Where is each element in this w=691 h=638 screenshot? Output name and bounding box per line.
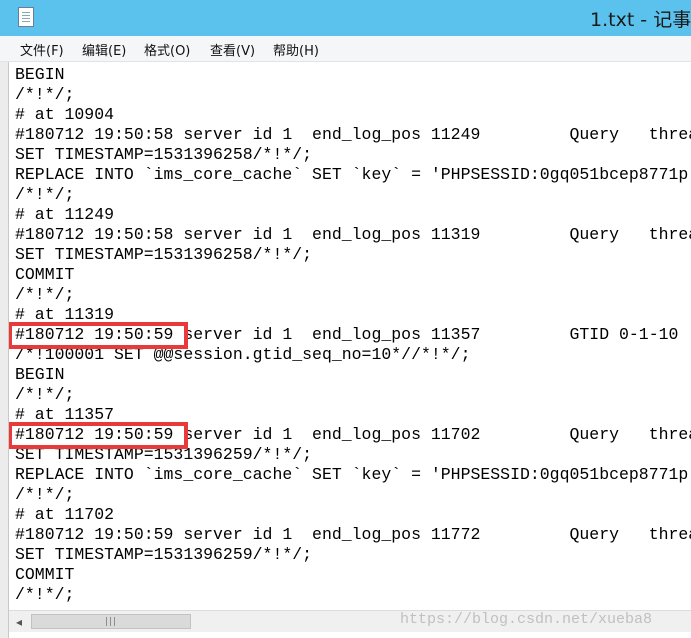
text-line: /*!*/;	[15, 285, 75, 304]
window-left-frame	[0, 62, 9, 638]
text-line: #180712 19:50:58 server id 1 end_log_pos…	[15, 125, 691, 144]
text-line: SET TIMESTAMP=1531396258/*!*/;	[15, 145, 313, 164]
menu-format[interactable]: 格式(O)	[144, 40, 190, 59]
text-line: # at 11249	[15, 205, 115, 224]
window-title: 1.txt - 记事本	[590, 9, 691, 31]
text-line: #180712 19:50:58 server id 1 end_log_pos…	[15, 225, 691, 244]
text-editor[interactable]: BEGIN/*!*/; # at 10904 #180712 19:50:58 se…	[9, 62, 691, 610]
text-line: # at 11702	[15, 505, 115, 524]
highlight-box	[9, 322, 188, 349]
text-line: REPLACE INTO `ims_core_cache` SET `key` …	[15, 465, 689, 484]
text-line: /*!*/;	[15, 385, 75, 404]
menu-edit[interactable]: 编辑(E)	[82, 40, 126, 59]
text-line: REPLACE INTO `ims_core_cache` SET `key` …	[15, 165, 689, 184]
text-line: /*!*/;	[15, 585, 75, 604]
highlight-box	[9, 422, 188, 449]
text-line: /*!*/;	[15, 85, 75, 104]
text-line: COMMIT	[15, 565, 75, 584]
chevron-left-icon[interactable]: ◂	[9, 611, 29, 632]
text-line: /*!*/;	[15, 485, 75, 504]
menu-view[interactable]: 查看(V)	[210, 40, 255, 59]
menu-file[interactable]: 文件(F)	[20, 40, 64, 59]
title-bar: 1.txt - 记事本	[0, 0, 691, 36]
scrollbar-thumb[interactable]: |||	[31, 614, 191, 629]
text-line: /*!*/;	[15, 185, 75, 204]
text-line: BEGIN	[15, 65, 65, 84]
text-line: COMMIT	[15, 265, 75, 284]
notepad-icon[interactable]	[18, 7, 34, 27]
text-line: # at 10904	[15, 105, 115, 124]
text-line: BEGIN	[15, 365, 65, 384]
watermark: https://blog.csdn.net/xueba8	[400, 611, 653, 628]
text-line: #180712 19:50:59 server id 1 end_log_pos…	[15, 525, 691, 544]
text-line: SET TIMESTAMP=1531396259/*!*/;	[15, 545, 313, 564]
menu-help[interactable]: 帮助(H)	[273, 40, 319, 59]
text-line: SET TIMESTAMP=1531396258/*!*/;	[15, 245, 313, 264]
menu-bar: 文件(F) 编辑(E) 格式(O) 查看(V) 帮助(H)	[0, 36, 691, 62]
grip-icon: |||	[104, 616, 118, 627]
